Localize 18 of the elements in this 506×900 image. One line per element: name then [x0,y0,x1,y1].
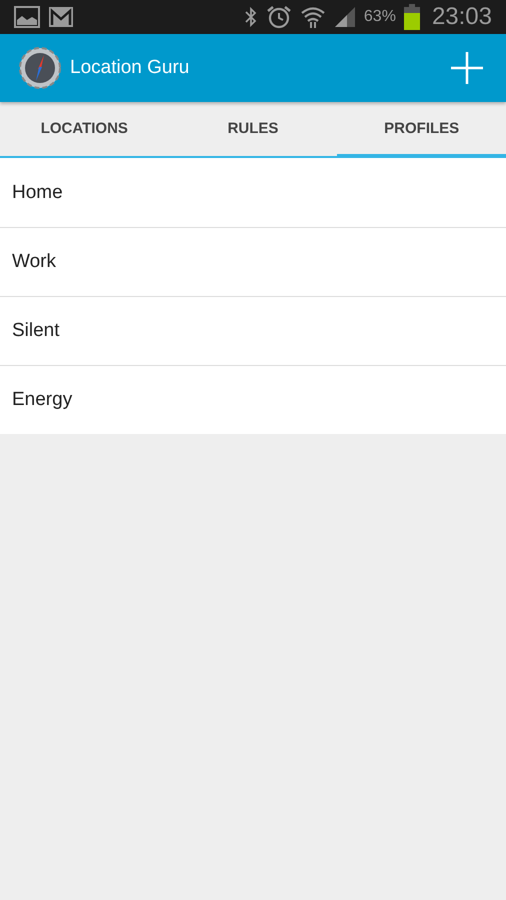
bluetooth-icon [244,6,258,28]
wifi-icon [300,5,326,29]
profile-item[interactable]: Energy [0,365,506,434]
profile-item[interactable]: Work [0,227,506,296]
alarm-icon [266,5,292,29]
app-title: Location Guru [70,57,190,79]
profile-item[interactable]: Home [0,158,506,227]
profile-item[interactable]: Silent [0,296,506,365]
image-icon [14,6,40,28]
mail-icon [48,6,74,28]
tab[interactable]: LOCATIONS [0,102,169,158]
battery-percentage: 63% [364,8,396,26]
battery-icon [404,4,420,30]
signal-icon [334,6,356,28]
tab[interactable]: RULES [168,102,338,158]
compass-icon[interactable] [18,46,62,90]
clock-time: 23:03 [432,3,492,31]
add-icon[interactable] [450,51,484,85]
